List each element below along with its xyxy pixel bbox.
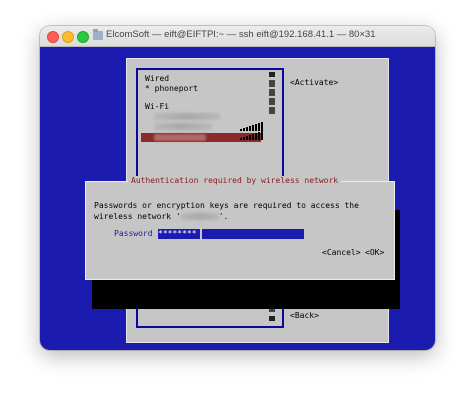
cancel-button[interactable]: <Cancel> xyxy=(322,248,361,257)
title-bar[interactable]: ElcomSoft — eift@EIFTPI:~ — ssh eift@192… xyxy=(40,26,435,47)
authentication-dialog: Authentication required by wireless netw… xyxy=(85,176,395,280)
zoom-icon[interactable] xyxy=(77,31,89,43)
scroll-down-icon[interactable] xyxy=(269,316,275,321)
redacted-network-name xyxy=(180,213,219,220)
signal-icon xyxy=(240,122,263,131)
signal-icon xyxy=(240,131,263,140)
cursor-gap xyxy=(200,229,202,239)
password-label: Password xyxy=(114,229,153,238)
dialog-message-line1: Passwords or encryption keys are require… xyxy=(94,201,359,210)
scrollbar-segment xyxy=(269,107,275,114)
scroll-up-icon[interactable] xyxy=(269,72,275,77)
scrollbar-segment xyxy=(269,98,275,105)
dialog-message-line2: wireless network ' xyxy=(94,212,181,221)
password-input[interactable]: ******** xyxy=(158,229,304,239)
redacted-network-name[interactable] xyxy=(154,123,212,130)
scrollbar-segment xyxy=(269,80,275,87)
redacted-network-name xyxy=(154,134,206,141)
dialog-message-line2-end: '. xyxy=(218,212,229,221)
scrollbar-segment xyxy=(269,89,275,96)
wired-header: Wired xyxy=(145,74,170,83)
wifi-header: Wi-Fi xyxy=(145,102,170,111)
minimize-icon[interactable] xyxy=(62,31,74,43)
ok-button[interactable]: <OK> xyxy=(365,248,384,257)
password-mask: ******** xyxy=(158,229,197,238)
terminal-window: ElcomSoft — eift@EIFTPI:~ — ssh eift@192… xyxy=(40,26,435,350)
terminal-area[interactable]: Wired * phoneport Wi-Fi <Activate> <Back… xyxy=(40,47,435,350)
back-button[interactable]: <Back> xyxy=(290,311,319,320)
close-icon[interactable] xyxy=(47,31,59,43)
dialog-message: Passwords or encryption keys are require… xyxy=(94,200,359,222)
redacted-network-name[interactable] xyxy=(154,113,220,120)
list-item-phoneport[interactable]: * phoneport xyxy=(145,84,198,93)
folder-icon xyxy=(93,29,103,40)
window-title: ElcomSoft — eift@EIFTPI:~ — ssh eift@192… xyxy=(106,29,376,40)
dialog-title: Authentication required by wireless netw… xyxy=(128,176,342,185)
activate-button[interactable]: <Activate> xyxy=(290,78,338,87)
